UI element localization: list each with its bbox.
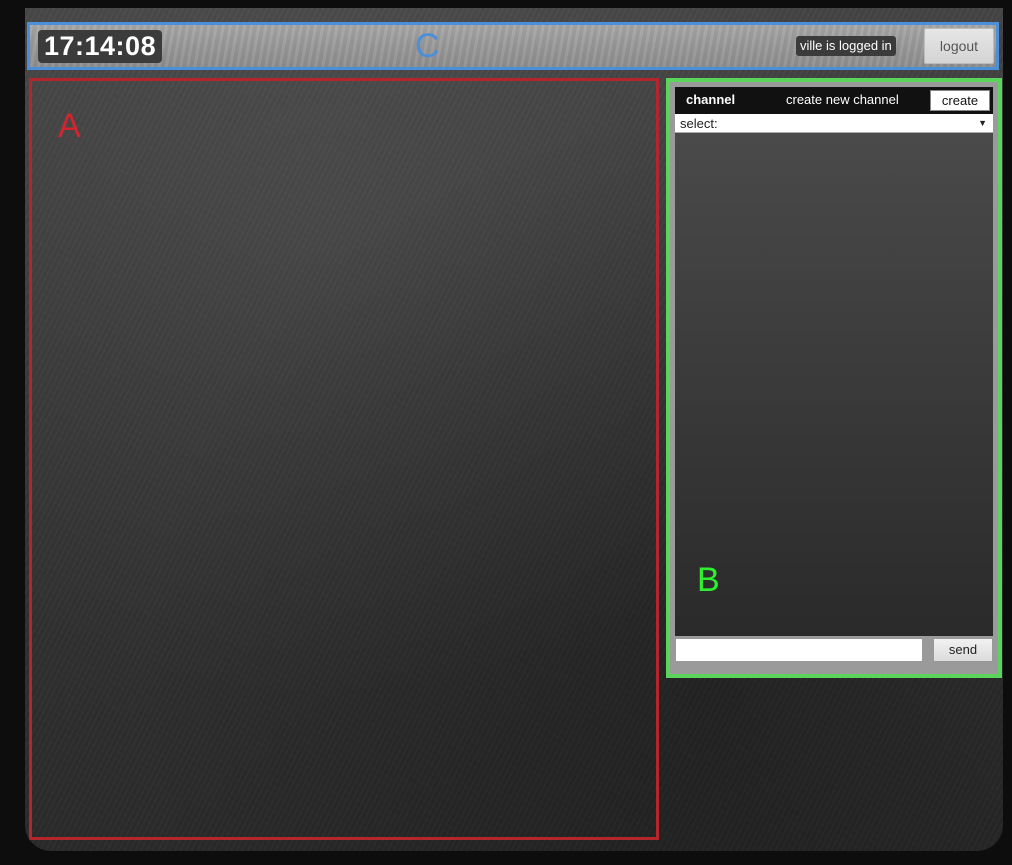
clock: 17:14:08 — [38, 30, 163, 63]
user-status-badge: ville is logged in — [796, 36, 896, 56]
create-channel-label: create new channel — [786, 92, 899, 107]
app-window: 17:14:08 C ville is logged in logout A c… — [25, 8, 1003, 851]
zone-label-a: A — [58, 107, 81, 145]
channel-select-value: select: — [680, 116, 718, 131]
channel-select[interactable]: select: ▼ — [675, 114, 993, 133]
chat-header: channel create new channel create — [675, 87, 993, 114]
chat-title: channel — [686, 92, 736, 107]
message-list[interactable]: B — [675, 133, 993, 636]
message-input[interactable] — [675, 638, 923, 662]
dropdown-arrow-icon: ▼ — [978, 118, 987, 128]
header-bar: 17:14:08 C ville is logged in logout — [27, 22, 999, 70]
main-content-area: A — [29, 78, 659, 840]
zone-label-b: B — [697, 561, 720, 599]
chat-panel: channel create new channel create select… — [666, 78, 1002, 678]
logout-button[interactable]: logout — [924, 28, 994, 64]
create-channel-button[interactable]: create — [930, 90, 990, 111]
send-row: send — [675, 638, 993, 662]
zone-label-c: C — [415, 27, 440, 65]
send-button[interactable]: send — [933, 638, 993, 662]
